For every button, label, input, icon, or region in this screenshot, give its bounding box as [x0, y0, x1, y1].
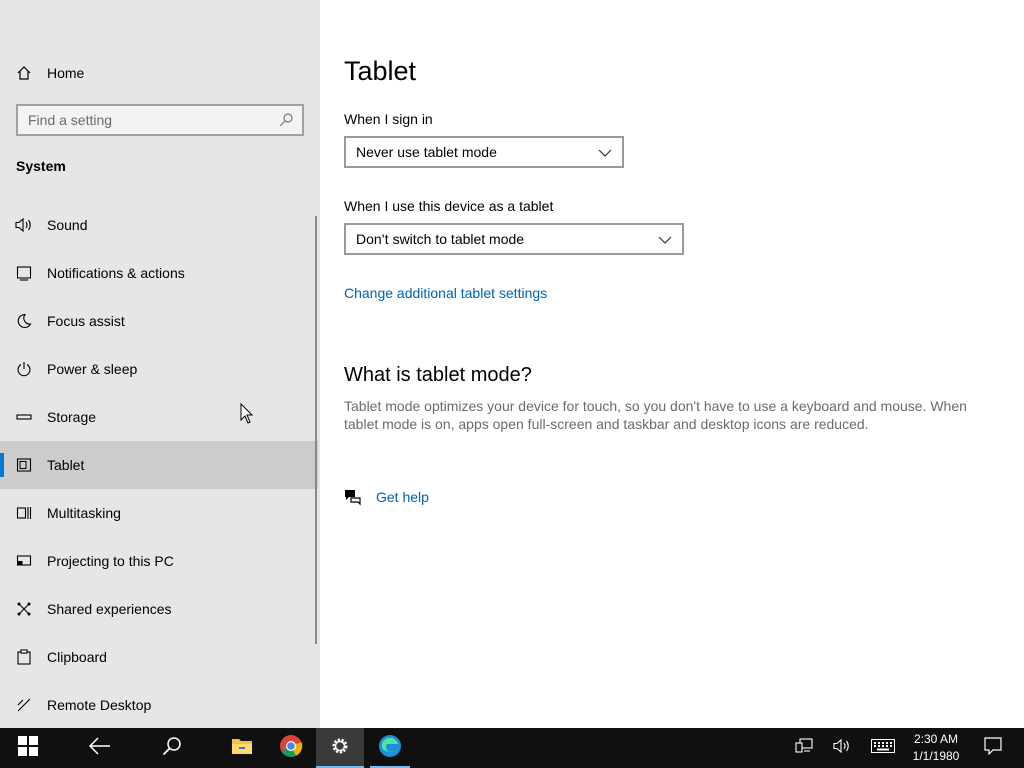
settings-icon	[330, 736, 350, 761]
sidebar-item-home[interactable]: Home	[0, 49, 318, 97]
mouse-cursor-icon	[240, 403, 254, 424]
clipboard-icon	[15, 648, 33, 666]
sidebar-item-clipboard[interactable]: Clipboard	[0, 633, 318, 681]
back-button[interactable]	[76, 728, 124, 768]
clock[interactable]: 2:30 AM 1/1/1980	[906, 731, 966, 765]
section-title: System	[16, 158, 66, 174]
edge-button[interactable]	[366, 728, 414, 768]
get-help-link[interactable]: Get help	[376, 489, 429, 505]
tablet-icon	[15, 456, 33, 474]
network-icon	[795, 737, 813, 759]
main-content: Tablet When I sign in Never use tablet m…	[320, 0, 1024, 728]
chrome-icon	[279, 734, 303, 763]
sidebar: Home System Sound Notifications & action…	[0, 0, 320, 728]
additional-tablet-settings-link[interactable]: Change additional tablet settings	[344, 285, 547, 301]
sidebar-item-focus-assist[interactable]: Focus assist	[0, 297, 318, 345]
sidebar-item-notifications[interactable]: Notifications & actions	[0, 249, 318, 297]
sign-in-dropdown-value: Never use tablet mode	[356, 144, 497, 160]
sign-in-label: When I sign in	[344, 111, 433, 127]
sidebar-item-label: Projecting to this PC	[47, 553, 174, 569]
sidebar-item-projecting[interactable]: Projecting to this PC	[0, 537, 318, 585]
device-tablet-dropdown-value: Don’t switch to tablet mode	[356, 231, 525, 247]
power-icon	[15, 360, 33, 378]
speaker-icon	[15, 216, 33, 234]
tablet-mode-description: Tablet mode optimizes your device for to…	[344, 398, 967, 432]
sign-in-dropdown[interactable]: Never use tablet mode	[344, 136, 624, 168]
sidebar-item-label: Tablet	[47, 457, 85, 473]
touch-keyboard-button[interactable]	[866, 728, 900, 768]
sidebar-item-label: Sound	[47, 217, 88, 233]
sidebar-item-label: Clipboard	[47, 649, 107, 665]
chevron-down-icon	[658, 233, 672, 245]
action-center-button[interactable]	[980, 728, 1006, 768]
search-icon[interactable]	[278, 112, 294, 128]
sidebar-item-label: Storage	[47, 409, 97, 425]
chevron-down-icon	[598, 146, 612, 158]
sidebar-item-remote-desktop[interactable]: Remote Desktop	[0, 681, 318, 729]
what-is-tablet-mode-heading: What is tablet mode?	[344, 364, 532, 386]
sidebar-item-label: Multitasking	[47, 505, 121, 521]
settings-button[interactable]	[316, 728, 364, 768]
network-button[interactable]	[790, 728, 818, 768]
sidebar-scrollbar[interactable]	[315, 216, 317, 644]
volume-button[interactable]	[828, 728, 856, 768]
chrome-button[interactable]	[267, 728, 315, 768]
device-tablet-label: When I use this device as a tablet	[344, 198, 554, 214]
sidebar-item-shared-experiences[interactable]: Shared experiences	[0, 585, 318, 633]
clock-time: 2:30 AM	[913, 732, 959, 746]
sidebar-item-label: Notifications & actions	[47, 265, 185, 281]
sidebar-item-sound[interactable]: Sound	[0, 201, 318, 249]
search-box[interactable]	[16, 104, 304, 136]
home-icon	[15, 64, 33, 82]
page-title: Tablet	[344, 56, 417, 86]
sidebar-item-label: Remote Desktop	[47, 697, 152, 713]
remote-desktop-icon	[15, 696, 33, 714]
help-chat-icon	[344, 488, 362, 506]
keyboard-icon	[871, 738, 895, 758]
sidebar-item-label: Home	[47, 65, 85, 81]
get-help[interactable]: Get help	[344, 488, 429, 506]
back-icon	[88, 736, 111, 760]
taskbar-search-button[interactable]	[148, 728, 196, 768]
multitasking-icon	[15, 504, 33, 522]
sidebar-item-label: Power & sleep	[47, 361, 138, 377]
shared-experiences-icon	[15, 600, 33, 618]
volume-icon	[833, 738, 851, 759]
storage-icon	[15, 408, 33, 426]
start-icon	[17, 735, 39, 762]
file-explorer-icon	[231, 737, 253, 760]
sidebar-item-power-sleep[interactable]: Power & sleep	[0, 345, 318, 393]
edge-icon	[378, 734, 402, 763]
notification-icon	[15, 264, 33, 282]
file-explorer-button[interactable]	[218, 728, 266, 768]
action-center-icon	[984, 736, 1002, 760]
sidebar-item-tablet[interactable]: Tablet	[0, 441, 318, 489]
sidebar-item-storage[interactable]: Storage	[0, 393, 318, 441]
moon-icon	[15, 312, 33, 330]
sidebar-item-label: Shared experiences	[47, 601, 172, 617]
projecting-icon	[15, 552, 33, 570]
search-icon	[162, 736, 182, 761]
device-tablet-dropdown[interactable]: Don’t switch to tablet mode	[344, 223, 684, 255]
sidebar-item-multitasking[interactable]: Multitasking	[0, 489, 318, 537]
search-input[interactable]	[28, 112, 278, 128]
taskbar: 2:30 AM 1/1/1980	[0, 728, 1024, 768]
start-button[interactable]	[4, 728, 52, 768]
sidebar-item-label: Focus assist	[47, 313, 125, 329]
clock-date: 1/1/1980	[912, 749, 960, 763]
